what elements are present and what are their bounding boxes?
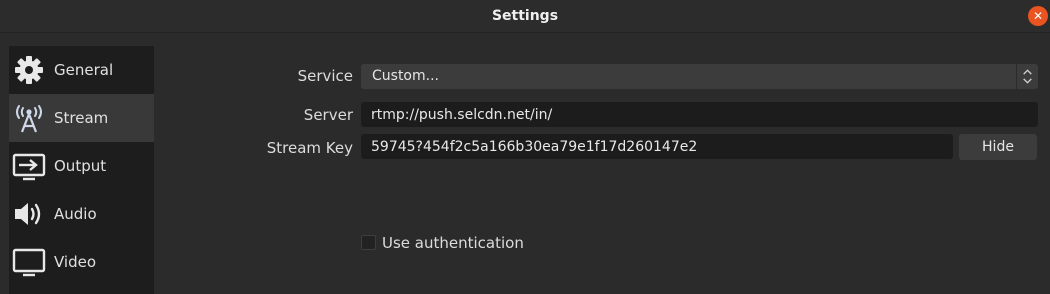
service-select[interactable]: Custom...: [361, 64, 1038, 89]
sidebar-item-audio[interactable]: Audio: [9, 190, 154, 238]
monitor-icon: [12, 248, 46, 277]
use-authentication-label: Use authentication: [382, 234, 524, 252]
title-bar: Settings ✕: [0, 0, 1050, 33]
sidebar-item-video[interactable]: Video: [9, 238, 154, 286]
settings-content: General Stream Output Audio Video Servic…: [0, 34, 1050, 294]
speaker-icon: [15, 203, 41, 225]
updown-chevron-icon: [1016, 64, 1032, 89]
sidebar-item-general[interactable]: General: [9, 46, 154, 94]
sidebar: General Stream Output Audio Video: [9, 46, 154, 294]
sidebar-item-label: Video: [54, 253, 97, 271]
server-label: Server: [303, 106, 353, 124]
server-field: [361, 102, 1038, 127]
gear-icon: [15, 56, 43, 84]
stream-key-label: Stream Key: [266, 139, 353, 157]
sidebar-item-label: General: [54, 61, 114, 79]
sidebar-item-stream[interactable]: Stream: [9, 94, 154, 142]
sidebar-item-label: Output: [54, 157, 107, 175]
close-button[interactable]: ✕: [1028, 6, 1048, 26]
service-label: Service: [297, 67, 353, 85]
sidebar-item-output[interactable]: Output: [9, 142, 154, 190]
use-authentication-checkbox[interactable]: [361, 235, 376, 250]
broadcast-icon: [16, 105, 42, 133]
sidebar-item-label: Stream: [54, 109, 109, 127]
close-icon: ✕: [1032, 9, 1044, 23]
window-title: Settings: [491, 8, 559, 24]
sidebar-item-label: Audio: [54, 205, 97, 223]
hide-button[interactable]: Hide: [959, 134, 1037, 160]
stream-key-field: [361, 134, 953, 159]
service-selected-value: Custom...: [372, 68, 439, 84]
server-input[interactable]: [361, 102, 1038, 127]
output-icon: [12, 153, 46, 181]
stream-key-input[interactable]: [361, 134, 953, 159]
